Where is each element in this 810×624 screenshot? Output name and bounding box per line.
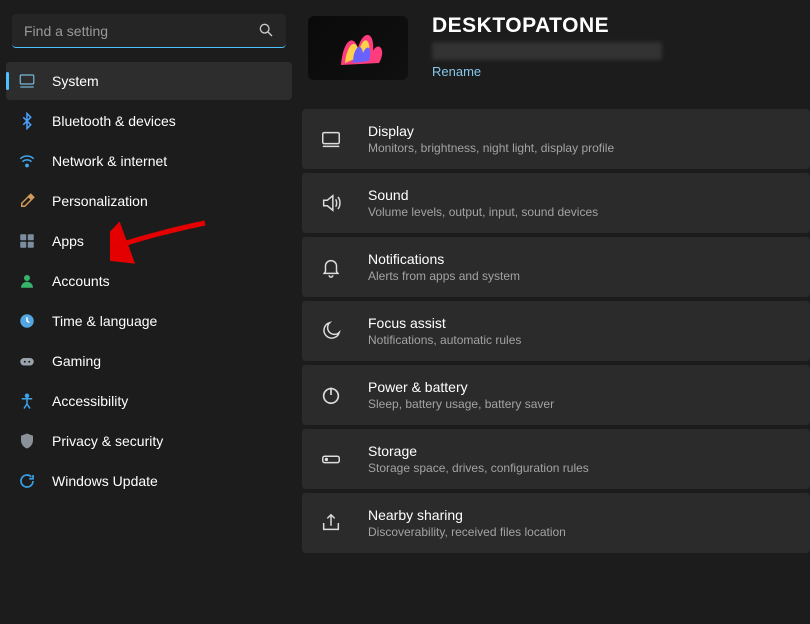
card-focus-assist[interactable]: Focus assist Notifications, automatic ru…	[302, 301, 810, 361]
search-input[interactable]	[12, 14, 286, 48]
desktop-wallpaper-thumbnail	[308, 16, 408, 80]
card-title: Nearby sharing	[368, 507, 566, 523]
sidebar-item-windows-update[interactable]: Windows Update	[6, 462, 292, 500]
sidebar-item-accounts[interactable]: Accounts	[6, 262, 292, 300]
card-title: Power & battery	[368, 379, 554, 395]
sidebar-item-label: Accessibility	[52, 393, 128, 409]
clock-icon	[18, 312, 36, 330]
update-icon	[18, 472, 36, 490]
sidebar-item-label: Bluetooth & devices	[52, 113, 176, 129]
sidebar-item-label: Accounts	[52, 273, 110, 289]
brush-icon	[18, 192, 36, 210]
moon-icon	[320, 320, 342, 342]
sidebar-item-label: Network & internet	[52, 153, 167, 169]
card-title: Sound	[368, 187, 598, 203]
card-title: Display	[368, 123, 614, 139]
card-display[interactable]: Display Monitors, brightness, night ligh…	[302, 109, 810, 169]
sidebar-item-system[interactable]: System	[6, 62, 292, 100]
display-icon	[320, 128, 342, 150]
card-desc: Monitors, brightness, night light, displ…	[368, 141, 614, 155]
user-icon	[18, 272, 36, 290]
device-model-blurred	[432, 42, 662, 60]
sidebar-item-label: Personalization	[52, 193, 148, 209]
sidebar-item-time-language[interactable]: Time & language	[6, 302, 292, 340]
sidebar-item-personalization[interactable]: Personalization	[6, 182, 292, 220]
sidebar-item-privacy[interactable]: Privacy & security	[6, 422, 292, 460]
system-cards-list: Display Monitors, brightness, night ligh…	[300, 109, 810, 553]
rename-link[interactable]: Rename	[432, 64, 481, 79]
card-desc: Notifications, automatic rules	[368, 333, 521, 347]
card-title: Focus assist	[368, 315, 521, 331]
sidebar-item-label: Time & language	[52, 313, 157, 329]
sidebar-item-accessibility[interactable]: Accessibility	[6, 382, 292, 420]
settings-sidebar: System Bluetooth & devices Network & int…	[0, 0, 300, 624]
system-icon	[18, 72, 36, 90]
sidebar-item-apps[interactable]: Apps	[6, 222, 292, 260]
card-desc: Storage space, drives, configuration rul…	[368, 461, 589, 475]
nav-list: System Bluetooth & devices Network & int…	[4, 62, 294, 500]
sound-icon	[320, 192, 342, 214]
card-desc: Volume levels, output, input, sound devi…	[368, 205, 598, 219]
sidebar-item-label: Windows Update	[52, 473, 158, 489]
wifi-icon	[18, 152, 36, 170]
card-storage[interactable]: Storage Storage space, drives, configura…	[302, 429, 810, 489]
power-icon	[320, 384, 342, 406]
card-desc: Discoverability, received files location	[368, 525, 566, 539]
card-desc: Alerts from apps and system	[368, 269, 520, 283]
sidebar-item-label: Apps	[52, 233, 84, 249]
system-header: DESKTOPATONE Rename	[308, 14, 810, 81]
sidebar-item-network[interactable]: Network & internet	[6, 142, 292, 180]
main-panel: DESKTOPATONE Rename Display Monitors, br…	[300, 0, 810, 624]
device-info: DESKTOPATONE Rename	[432, 14, 662, 81]
card-desc: Sleep, battery usage, battery saver	[368, 397, 554, 411]
card-notifications[interactable]: Notifications Alerts from apps and syste…	[302, 237, 810, 297]
search-icon	[258, 22, 274, 38]
sidebar-item-label: Gaming	[52, 353, 101, 369]
gaming-icon	[18, 352, 36, 370]
sidebar-item-label: System	[52, 73, 99, 89]
search-container	[12, 14, 286, 48]
bluetooth-icon	[18, 112, 36, 130]
card-nearby-sharing[interactable]: Nearby sharing Discoverability, received…	[302, 493, 810, 553]
accessibility-icon	[18, 392, 36, 410]
storage-icon	[320, 448, 342, 470]
card-sound[interactable]: Sound Volume levels, output, input, soun…	[302, 173, 810, 233]
card-power-battery[interactable]: Power & battery Sleep, battery usage, ba…	[302, 365, 810, 425]
card-title: Notifications	[368, 251, 520, 267]
bell-icon	[320, 256, 342, 278]
share-icon	[320, 512, 342, 534]
shield-icon	[18, 432, 36, 450]
device-name: DESKTOPATONE	[432, 14, 662, 38]
sidebar-item-gaming[interactable]: Gaming	[6, 342, 292, 380]
card-title: Storage	[368, 443, 589, 459]
sidebar-item-bluetooth[interactable]: Bluetooth & devices	[6, 102, 292, 140]
sidebar-item-label: Privacy & security	[52, 433, 163, 449]
apps-icon	[18, 232, 36, 250]
